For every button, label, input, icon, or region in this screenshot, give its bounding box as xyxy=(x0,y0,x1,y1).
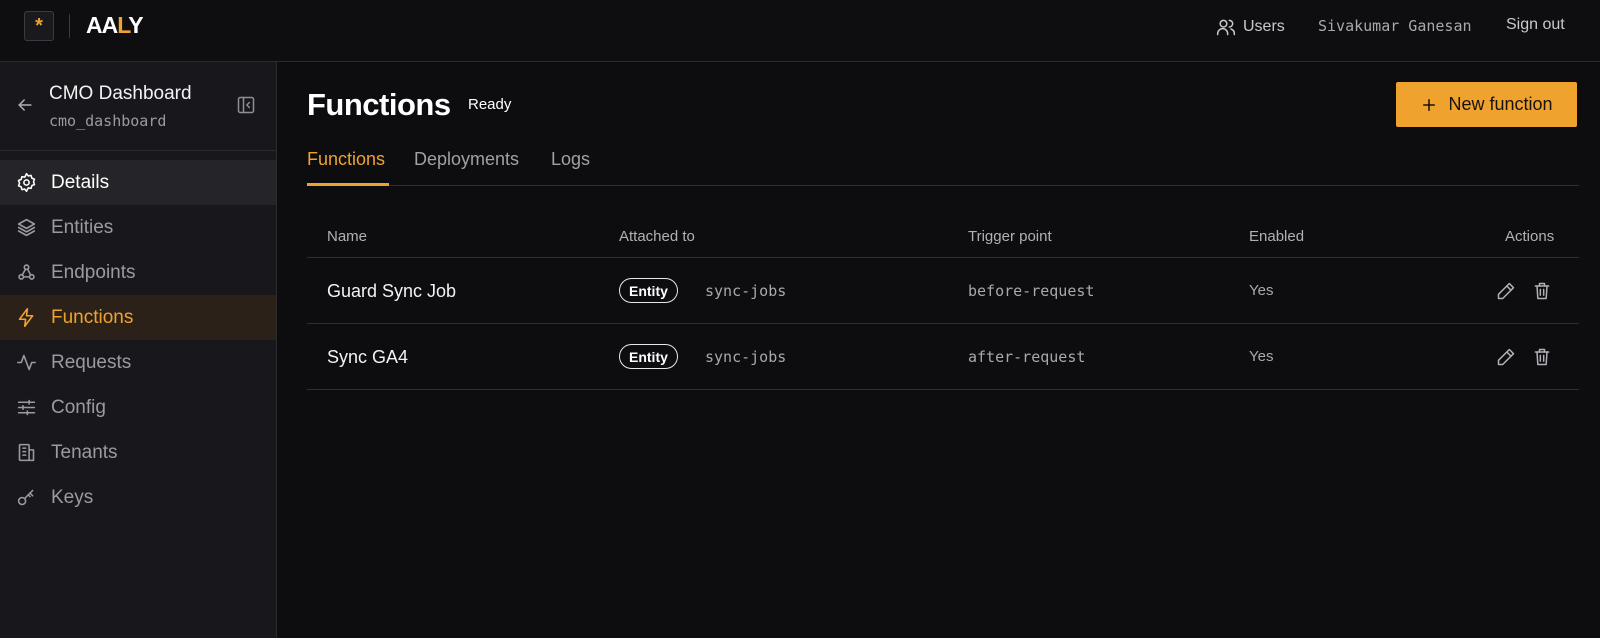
sidebar-item-requests[interactable]: Requests xyxy=(0,340,276,385)
sidebar-item-label: Endpoints xyxy=(51,261,136,283)
tab-deployments[interactable]: Deployments xyxy=(414,149,519,170)
plus-icon xyxy=(1423,98,1436,111)
logo-icon: * xyxy=(24,11,54,41)
tab-logs[interactable]: Logs xyxy=(551,149,590,170)
row-divider xyxy=(307,389,1579,390)
project-title: CMO Dashboard xyxy=(49,83,192,104)
building-icon xyxy=(18,443,35,462)
sidebar-item-label: Keys xyxy=(51,486,94,508)
sidebar-item-config[interactable]: Config xyxy=(0,385,276,430)
edit-pencil-icon[interactable] xyxy=(1496,281,1516,301)
active-tab-indicator xyxy=(307,183,389,186)
sidebar-item-endpoints[interactable]: Endpoints xyxy=(0,250,276,295)
column-header-attached-to: Attached to xyxy=(619,228,695,245)
sidebar-item-label: Details xyxy=(51,171,110,193)
row-divider xyxy=(307,323,1579,324)
enabled-value: Yes xyxy=(1249,348,1274,365)
sidebar-header: CMO Dashboard cmo_dashboard xyxy=(0,62,276,151)
project-slug: cmo_dashboard xyxy=(49,112,167,130)
sidebar-item-label: Config xyxy=(51,396,106,418)
sidebar: CMO Dashboard cmo_dashboard Details Enti… xyxy=(0,62,277,638)
column-header-name: Name xyxy=(327,228,368,245)
delete-trash-icon[interactable] xyxy=(1532,347,1552,367)
current-user-name: Sivakumar Ganesan xyxy=(1318,17,1472,35)
delete-trash-icon[interactable] xyxy=(1532,281,1552,301)
attached-type-badge: Entity xyxy=(619,344,678,369)
function-name: Sync GA4 xyxy=(327,347,409,367)
attached-type-badge: Entity xyxy=(619,278,678,303)
gear-icon xyxy=(17,172,36,193)
column-header-actions: Actions xyxy=(1505,228,1555,245)
tabs-divider xyxy=(307,185,1579,186)
sign-out-link[interactable]: Sign out xyxy=(1506,16,1565,34)
sliders-icon xyxy=(17,399,36,416)
sidebar-item-entities[interactable]: Entities xyxy=(0,205,276,250)
trigger-point: before-request xyxy=(968,282,1095,300)
tab-functions[interactable]: Functions xyxy=(307,149,385,170)
top-bar: * AALY Users Sivakumar Ganesan Sign out xyxy=(0,0,1600,62)
sidebar-item-label: Tenants xyxy=(51,441,118,463)
sidebar-item-tenants[interactable]: Tenants xyxy=(0,430,276,475)
sidebar-item-keys[interactable]: Keys xyxy=(0,475,276,520)
sidebar-nav: Details Entities Endpoints Functions Req… xyxy=(0,160,276,520)
key-icon xyxy=(17,489,34,506)
edit-pencil-icon[interactable] xyxy=(1496,347,1516,367)
sidebar-item-label: Entities xyxy=(51,216,114,238)
main-content: Functions Ready New function Functions D… xyxy=(278,62,1600,638)
users-icon xyxy=(1216,19,1236,36)
users-label: Users xyxy=(1243,18,1285,35)
enabled-value: Yes xyxy=(1249,282,1274,299)
webhook-icon xyxy=(18,264,35,280)
lightning-icon xyxy=(18,307,34,328)
column-header-enabled: Enabled xyxy=(1249,228,1305,245)
sidebar-item-label: Functions xyxy=(51,306,134,328)
function-name: Guard Sync Job xyxy=(327,281,457,301)
attached-name: sync-jobs xyxy=(705,348,787,366)
new-function-label: New function xyxy=(1448,94,1553,114)
trigger-point: after-request xyxy=(968,348,1086,366)
back-arrow-icon[interactable] xyxy=(15,95,35,115)
sidebar-item-functions[interactable]: Functions xyxy=(0,295,276,340)
users-link[interactable]: Users xyxy=(1216,16,1285,38)
status-badge: Ready xyxy=(468,96,512,113)
sidebar-item-details[interactable]: Details xyxy=(0,160,276,205)
collapse-sidebar-icon[interactable] xyxy=(236,95,256,115)
layers-icon xyxy=(17,218,36,237)
page-title: Functions xyxy=(307,87,451,122)
logo-divider xyxy=(69,14,70,38)
new-function-button[interactable]: New function xyxy=(1396,82,1577,127)
column-header-trigger-point: Trigger point xyxy=(968,228,1052,245)
attached-name: sync-jobs xyxy=(705,282,787,300)
header-divider xyxy=(307,257,1579,258)
brand-name: AALY xyxy=(86,12,144,38)
activity-icon xyxy=(16,354,37,371)
sidebar-item-label: Requests xyxy=(51,351,132,373)
